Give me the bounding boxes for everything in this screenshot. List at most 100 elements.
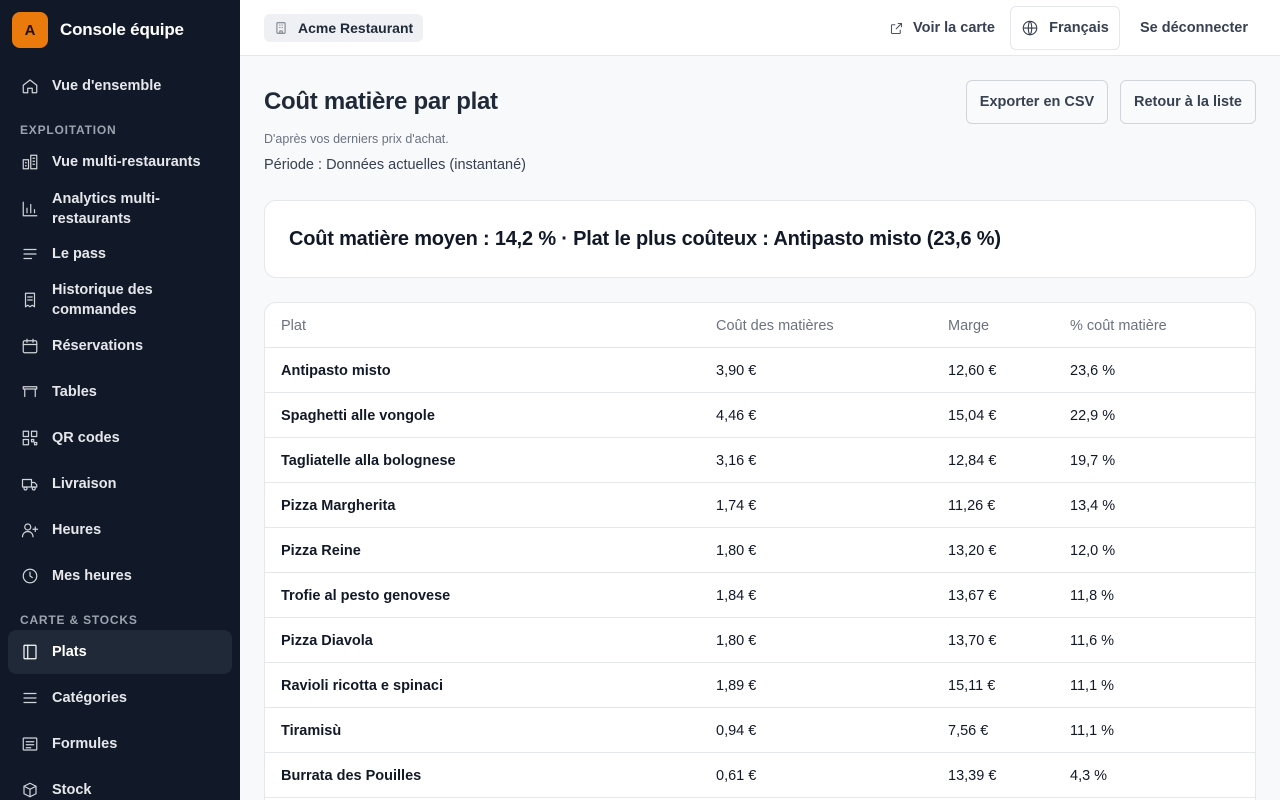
box-icon (20, 780, 40, 800)
home-icon (20, 76, 40, 96)
page-title: Coût matière par plat (264, 88, 498, 115)
sidebar-item-qr-codes[interactable]: QR codes (8, 418, 232, 458)
cell-cost-percent: 11,1 % (1070, 722, 1115, 739)
cell-cost: 3,16 € (716, 452, 757, 469)
sidebar-item-label: Livraison (52, 476, 117, 492)
cell-cost-percent: 13,4 % (1070, 497, 1116, 514)
list-lines-icon (20, 244, 40, 264)
table-row[interactable]: Ravioli ricotta e spinaci 1,89 € 15,11 € 11… (265, 663, 1255, 708)
sidebar-section-title: EXPLOITATION (20, 123, 117, 137)
sidebar-item-label: Tables (52, 384, 97, 400)
sidebar-item-hours[interactable]: Heures (8, 510, 232, 550)
cell-margin: 12,84 € (948, 452, 997, 469)
restaurant-name: Acme Restaurant (298, 20, 414, 36)
book-icon (20, 642, 40, 662)
column-header-dish[interactable]: Plat (281, 303, 306, 348)
table-row[interactable]: Trofie al pesto genovese 1,84 € 13,67 € 11,… (265, 573, 1255, 618)
cell-margin: 15,04 € (948, 407, 997, 424)
cell-margin: 15,11 € (948, 677, 996, 694)
table-row[interactable]: Tiramisù 0,94 € 7,56 € 11,1 % (265, 708, 1255, 753)
sidebar-item-analytics[interactable]: Analytics multi-restaurants (8, 186, 232, 232)
brand[interactable]: A Console équipe (0, 0, 240, 60)
sidebar-item-label: Mes heures (52, 568, 132, 584)
cell-dish: Tagliatelle alla bolognese (281, 452, 456, 469)
sidebar-item-overview[interactable]: Vue d'ensemble (8, 66, 232, 106)
bar-chart-icon (20, 199, 40, 219)
sidebar-item-stock[interactable]: Stock (8, 770, 232, 800)
sidebar-item-label: Historique des commandes (52, 282, 153, 318)
sidebar-item-reservations[interactable]: Réservations (8, 326, 232, 366)
sidebar-item-label: Heures (52, 522, 102, 538)
menu-lines-icon (20, 688, 40, 708)
sidebar-item-pass[interactable]: Le pass (8, 234, 232, 274)
language-label: Français (1049, 20, 1109, 36)
table-row[interactable]: Burrata des Pouilles 0,61 € 13,39 € 4,3 % (265, 753, 1255, 798)
cell-cost: 0,94 € (716, 722, 757, 739)
receipt-icon (20, 290, 40, 310)
view-menu-label: Voir la carte (913, 20, 995, 36)
cell-margin: 13,39 € (948, 767, 997, 784)
column-header-cost[interactable]: Coût des matières (716, 303, 834, 348)
cell-margin: 7,56 € (948, 722, 989, 739)
app-name: Console équipe (60, 20, 184, 39)
buildings-icon (20, 152, 40, 172)
sidebar-item-order-history[interactable]: Historique des commandes (8, 277, 232, 323)
sidebar-item-categories[interactable]: Catégories (8, 678, 232, 718)
sidebar-item-label: Plats (52, 644, 87, 660)
table-row[interactable]: Pizza Reine 1,80 € 13,20 € 12,0 % (265, 528, 1255, 573)
sidebar-item-label: Stock (52, 782, 92, 798)
column-header-cost-percent[interactable]: % coût matière (1070, 303, 1167, 348)
summary-card: Coût matière moyen : 14,2 % · Plat le pl… (264, 200, 1256, 278)
table-row[interactable]: Pizza Margherita 1,74 € 11,26 € 13,4 % (265, 483, 1255, 528)
cell-cost-percent: 11,1 % (1070, 677, 1115, 694)
column-header-margin[interactable]: Marge (948, 303, 989, 348)
cell-cost-percent: 12,0 % (1070, 542, 1116, 559)
cell-margin: 11,26 € (948, 497, 996, 514)
cell-margin: 13,20 € (948, 542, 997, 559)
cell-cost-percent: 19,7 % (1070, 452, 1116, 469)
cell-dish: Pizza Margherita (281, 497, 396, 514)
building-icon (276, 22, 286, 34)
sidebar-item-label: QR codes (52, 430, 120, 446)
sidebar-item-delivery[interactable]: Livraison (8, 464, 232, 504)
sidebar-item-label: Analytics multi-restaurants (52, 191, 160, 227)
export-csv-button[interactable]: Exporter en CSV (966, 80, 1108, 124)
view-menu-link[interactable]: Voir la carte (889, 0, 995, 56)
table-row[interactable]: Tagliatelle alla bolognese 3,16 € 12,84 € 1… (265, 438, 1255, 483)
table-row[interactable]: Pizza Diavola 1,80 € 13,70 € 11,6 % (265, 618, 1255, 663)
sidebar-item-label: Vue d'ensemble (52, 78, 162, 94)
cell-cost: 1,84 € (716, 587, 757, 604)
sidebar-item-label: Catégories (52, 690, 127, 706)
back-to-list-button[interactable]: Retour à la liste (1120, 80, 1256, 124)
table-row[interactable]: Spaghetti alle vongole 4,46 € 15,04 € 22,9 … (265, 393, 1255, 438)
cell-dish: Antipasto misto (281, 362, 391, 379)
calendar-icon (20, 336, 40, 356)
table-row[interactable]: Antipasto misto 3,90 € 12,60 € 23,6 % (265, 348, 1255, 393)
sidebar-item-label: Le pass (52, 246, 106, 262)
sidebar-item-formules[interactable]: Formules (8, 724, 232, 764)
cell-dish: Trofie al pesto genovese (281, 587, 451, 604)
table-icon (20, 382, 40, 402)
cell-cost: 1,80 € (716, 542, 757, 559)
cell-cost: 3,90 € (716, 362, 757, 379)
cell-margin: 12,60 € (948, 362, 997, 379)
cell-cost-percent: 11,6 % (1070, 632, 1115, 649)
sidebar-item-plats[interactable]: Plats (8, 630, 232, 674)
cell-dish: Tiramisù (281, 722, 342, 739)
sidebar-item-multi-restaurants[interactable]: Vue multi-restaurants (8, 142, 232, 182)
cell-cost-percent: 11,8 % (1070, 587, 1115, 604)
sidebar-section-title: CARTE & STOCKS (20, 613, 138, 627)
cell-dish: Pizza Reine (281, 542, 361, 559)
sidebar-item-tables[interactable]: Tables (8, 372, 232, 412)
cell-cost: 1,80 € (716, 632, 757, 649)
restaurant-selector[interactable]: Acme Restaurant (264, 14, 424, 42)
cell-cost: 4,46 € (716, 407, 757, 424)
external-link-icon (890, 22, 903, 34)
period-text: Période : Données actuelles (instantané) (264, 157, 526, 173)
brand-logo: A (12, 12, 48, 48)
logout-button[interactable]: Se déconnecter (1140, 0, 1248, 56)
language-button[interactable]: Français (1010, 6, 1120, 50)
sidebar-item-label: Formules (52, 736, 118, 752)
sidebar-item-my-hours[interactable]: Mes heures (8, 556, 232, 596)
cell-cost: 0,61 € (716, 767, 757, 784)
